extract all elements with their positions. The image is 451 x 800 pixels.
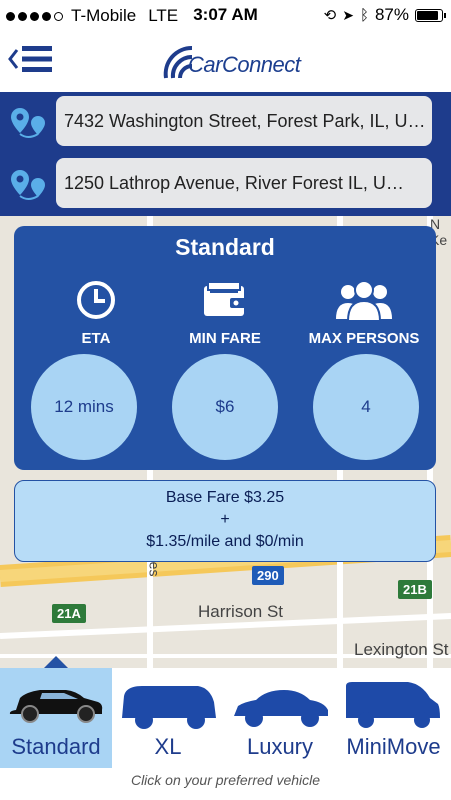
vehicle-option-xl[interactable]: XL: [112, 668, 224, 768]
logo-text: CarConnect: [188, 52, 301, 77]
sedan-car-icon: [9, 690, 103, 723]
location-icon: ➤: [342, 6, 354, 23]
van-icon: [346, 682, 440, 728]
highway-badge-21b: 21B: [398, 580, 432, 599]
fare-details: Base Fare $3.25 + $1.35/mile and $0/min: [14, 480, 436, 562]
luxury-car-icon: [234, 690, 328, 727]
vehicle-info-card: Standard ETA MIN FARE MAX PERSONS 12 min…: [14, 226, 436, 470]
vehicle-label-minimove: MiniMove: [346, 734, 441, 759]
app-screen: T-Mobile LTE 3:07 AM ⟲ ➤ ᛒ 87% CarConnec…: [0, 0, 451, 800]
eta-value: 12 mins: [31, 354, 137, 460]
vehicle-option-minimove[interactable]: MiniMove: [336, 668, 451, 768]
eta-column: ETA: [26, 278, 166, 347]
min-fare-label: MIN FARE: [189, 330, 261, 347]
nav-bar: CarConnect: [0, 32, 451, 92]
base-fare-text: Base Fare $3.25: [165, 489, 285, 506]
wallet-icon: [155, 278, 295, 322]
selection-pointer: [44, 656, 68, 668]
vehicle-option-luxury[interactable]: Luxury: [224, 668, 336, 768]
app-logo: CarConnect: [160, 40, 301, 84]
pickup-row: 7432 Washington Street, Forest Park, IL,…: [0, 92, 451, 154]
back-menu-icon: [8, 46, 52, 72]
fare-plus: +: [220, 511, 230, 528]
menu-button[interactable]: [8, 42, 54, 76]
vehicle-label-xl: XL: [154, 734, 182, 759]
highway-badge-21a: 21A: [52, 604, 86, 623]
rate-text: $1.35/mile and $0/min: [146, 533, 304, 550]
route-pins-icon: [11, 170, 45, 200]
status-bar: T-Mobile LTE 3:07 AM ⟲ ➤ ᛒ 87%: [0, 0, 451, 32]
vehicle-label-standard: Standard: [11, 734, 101, 759]
eta-label: ETA: [81, 330, 111, 347]
min-fare-value: $6: [172, 354, 278, 460]
bluetooth-icon: ᛒ: [359, 6, 369, 24]
max-persons-value: 4: [313, 354, 419, 460]
selection-hint: Click on your preferred vehicle: [130, 772, 321, 788]
dropoff-address-field[interactable]: 1250 Lathrop Avenue, River Forest IL, U…: [56, 158, 432, 208]
card-title: Standard: [175, 234, 275, 260]
map-label-lexington: Lexington St: [354, 640, 449, 659]
battery-percent: 87%: [374, 5, 409, 24]
route-pins-icon: [11, 108, 45, 138]
suv-icon: [122, 686, 216, 729]
vehicle-label-luxury: Luxury: [246, 734, 314, 759]
dropoff-row: 1250 Lathrop Avenue, River Forest IL, U…: [0, 154, 451, 216]
rotation-lock-icon: ⟲: [323, 7, 337, 24]
highway-badge-290: 290: [252, 566, 284, 585]
battery-icon: [415, 8, 446, 22]
max-persons-label: MAX PERSONS: [308, 330, 420, 347]
map-label-harrison: Harrison St: [198, 602, 284, 621]
vehicle-option-standard[interactable]: Standard: [0, 668, 112, 768]
clock-icon: [26, 278, 166, 322]
min-fare-column: MIN FARE: [155, 278, 295, 347]
vehicle-selector: Standard XL Luxury MiniMove: [0, 668, 451, 768]
group-icon: [294, 278, 434, 322]
address-panel: 7432 Washington Street, Forest Park, IL,…: [0, 92, 451, 216]
max-persons-column: MAX PERSONS: [294, 278, 434, 347]
pickup-address-field[interactable]: 7432 Washington Street, Forest Park, IL,…: [56, 96, 432, 146]
